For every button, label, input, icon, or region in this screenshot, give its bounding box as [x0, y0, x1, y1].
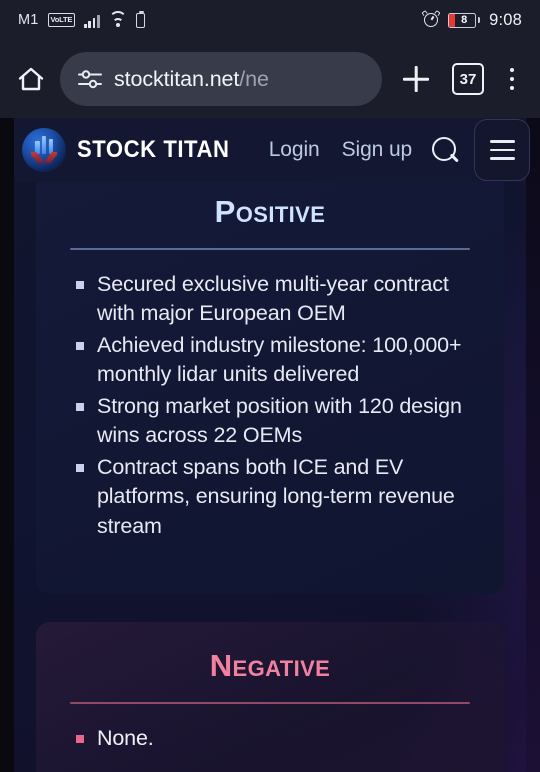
url-bar[interactable]: stocktitan.net/ne [60, 52, 382, 106]
list-item: Strong market position with 120 design w… [70, 392, 470, 451]
signal-bars-icon [84, 13, 100, 28]
battery-low-icon: 8 [448, 12, 481, 28]
status-bar-left: M1 VoLTE [18, 10, 145, 28]
positive-card: Positive Secured exclusive multi-year co… [36, 182, 504, 594]
browser-toolbar: stocktitan.net/ne 37 [0, 40, 540, 118]
carrier-label: M1 [18, 12, 39, 28]
article-content: Positive Secured exclusive multi-year co… [14, 182, 526, 772]
page-right-gutter [526, 118, 540, 772]
android-status-bar: M1 VoLTE 8 9:08 [0, 0, 540, 40]
home-icon[interactable] [14, 62, 48, 96]
alarm-clock-icon [421, 9, 441, 28]
clock-label: 9:08 [489, 10, 522, 29]
positive-bullet-list: Secured exclusive multi-year contract wi… [70, 270, 470, 542]
wifi-icon [108, 10, 127, 28]
list-item: Achieved industry milestone: 100,000+ mo… [70, 331, 470, 390]
list-item: None. [70, 724, 470, 754]
negative-bullet-list: None. [70, 724, 470, 754]
web-page: STOCK TITAN Login Sign up Positive Secur… [0, 118, 540, 772]
header-nav: Login Sign up [269, 138, 413, 162]
site-header: STOCK TITAN Login Sign up [14, 118, 531, 182]
plus-icon[interactable] [396, 59, 436, 99]
list-item: Secured exclusive multi-year contract wi… [70, 270, 470, 329]
url-text: stocktitan.net/ne [114, 67, 269, 92]
brand-label: STOCK TITAN [77, 136, 230, 163]
battery-level-label: 8 [461, 14, 467, 26]
list-item: Contract spans both ICE and EV platforms… [70, 453, 470, 542]
negative-card-title: Negative [209, 648, 331, 683]
signup-link[interactable]: Sign up [342, 138, 413, 162]
url-host: stocktitan.net [114, 66, 240, 91]
url-path: /ne [239, 66, 269, 91]
tab-count-button[interactable]: 37 [452, 63, 484, 95]
hamburger-menu-icon[interactable] [474, 119, 531, 181]
search-icon[interactable] [430, 135, 460, 165]
sim-card-icon [135, 10, 145, 28]
login-link[interactable]: Login [269, 138, 320, 162]
negative-card-divider [70, 702, 470, 704]
negative-card: Negative None. [36, 622, 504, 772]
kebab-menu-icon[interactable] [498, 62, 526, 96]
volte-badge: VoLTE [47, 13, 76, 27]
stock-titan-logo-icon [22, 128, 66, 172]
positive-card-title: Positive [214, 194, 326, 229]
site-logo[interactable]: STOCK TITAN [22, 128, 243, 172]
positive-card-divider [70, 248, 470, 250]
phone-screen: M1 VoLTE 8 9:08 stocktitan.net/ne 37 STO… [0, 0, 540, 772]
page-left-gutter [0, 118, 14, 772]
tune-icon[interactable] [77, 68, 103, 90]
status-bar-right: 8 9:08 [421, 9, 522, 30]
